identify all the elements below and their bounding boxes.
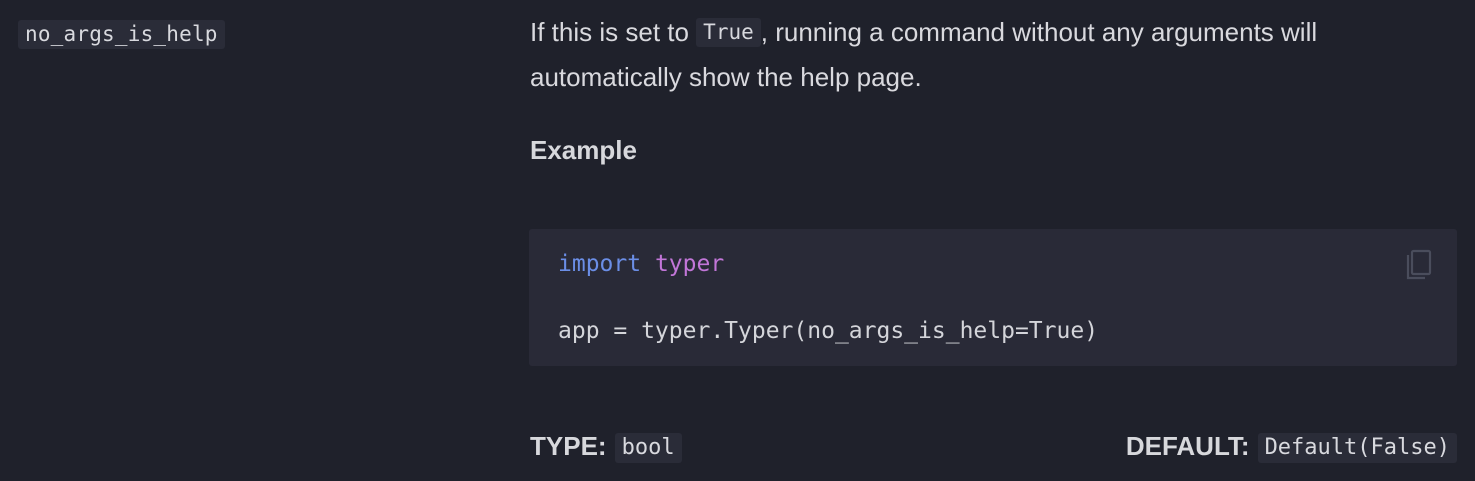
code-keyword-import: import: [558, 251, 642, 277]
example-heading: Example: [530, 135, 637, 165]
copy-button[interactable]: [1405, 249, 1433, 283]
type-label: TYPE:: [530, 431, 607, 461]
type-value: bool: [614, 433, 682, 463]
inline-code-true: True: [696, 18, 761, 47]
default-info: DEFAULT: Default(False): [1126, 428, 1457, 464]
parameter-name: no_args_is_help: [18, 20, 225, 49]
code-line-2: app = typer.Typer(no_args_is_help=True): [558, 318, 1099, 344]
copy-icon: [1406, 249, 1432, 280]
code-module-typer: typer: [654, 251, 725, 277]
code-line-1: import typer: [558, 249, 724, 279]
default-value: Default(False): [1257, 433, 1457, 463]
parameter-description: If this is set to True, running a comman…: [530, 10, 1430, 100]
description-text-before: If this is set to: [530, 17, 697, 47]
type-info: TYPE: bool: [530, 428, 682, 464]
default-label: DEFAULT:: [1125, 431, 1250, 461]
code-block: import typer app = typer.Typer(no_args_i…: [529, 229, 1457, 366]
